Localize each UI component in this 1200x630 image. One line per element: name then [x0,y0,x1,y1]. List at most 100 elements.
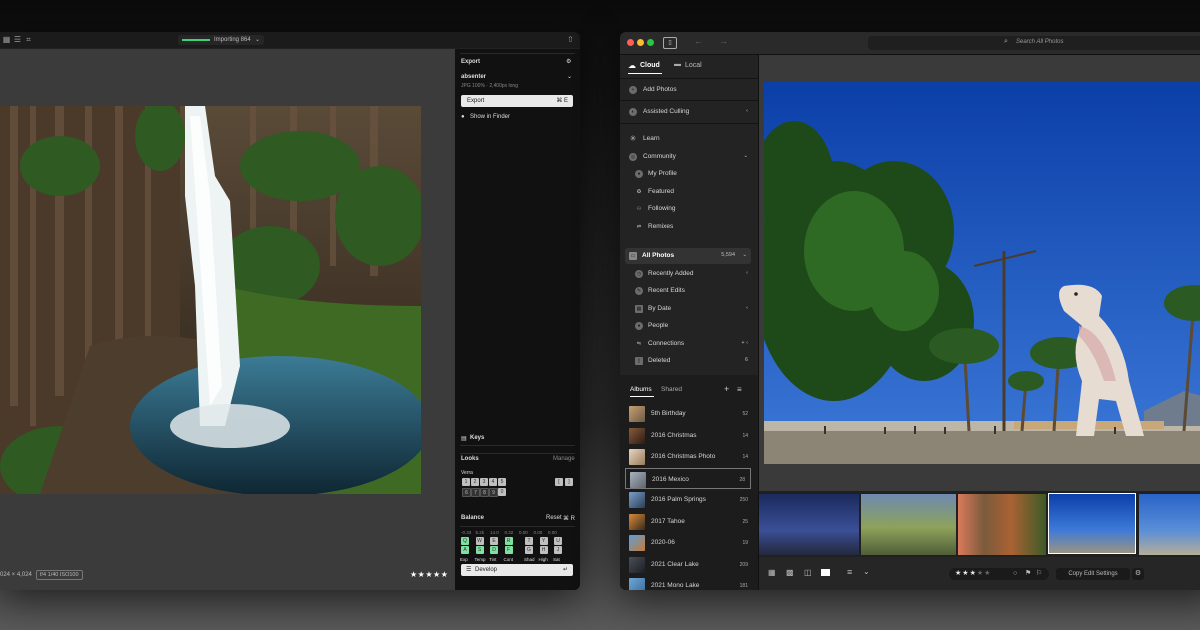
balance-key-E[interactable]: E [490,537,498,545]
reset-button[interactable]: Reset [546,515,562,521]
share-icon[interactable]: ⇧ [566,35,575,44]
album-item[interactable]: 2017 Tahoe 25 [620,511,758,532]
balance-key-A[interactable]: A [461,546,469,554]
film-thumbnail[interactable] [1139,494,1200,555]
sidebar-item-by-date[interactable]: ▦ By Date ‹ [620,301,758,317]
all-photos-item[interactable]: ▭ All Photos 5,594 ⌄ [625,248,751,264]
grid-view-icon[interactable]: ▦ [768,568,776,577]
balance-key-H[interactable]: H [539,546,548,554]
album-item[interactable]: 2016 Christmas Photo 14 [620,446,758,467]
sidebar-item-recently-added[interactable]: ◷ Recently Added ‹ [620,266,758,282]
star-icon[interactable]: ★ [970,570,976,577]
community-item[interactable]: ◎ Community ⌄ [620,149,758,165]
star-icon[interactable]: ★ [962,570,968,577]
tab-local[interactable]: Local [685,62,702,69]
look-key-2[interactable]: 2 [471,478,479,486]
sidebar-item-my-profile[interactable]: ● My Profile [620,166,758,182]
star-rating[interactable]: ★★★★★ [410,570,448,579]
film-thumbnail[interactable] [861,494,956,555]
chevron-down-icon[interactable]: ⌄ [863,567,870,576]
tab-shared[interactable]: Shared [661,386,682,393]
star-rating[interactable]: ★★★★★ [955,568,991,580]
sidebar-item-featured[interactable]: ✪ Featured [620,184,758,200]
look-key-8[interactable]: 8 [480,488,489,497]
sidebar-item-recent-edits[interactable]: ✎ Recent Edits [620,283,758,299]
balance-key-S[interactable]: S [475,546,484,554]
look-key-4[interactable]: 4 [489,478,497,486]
look-key-1[interactable]: 1 [462,478,470,486]
minimize-window-button[interactable] [637,39,644,46]
reject-circle-icon[interactable]: ○ [1013,568,1017,580]
balance-key-G[interactable]: G [525,546,533,554]
sidebar-item-connections[interactable]: ⇋ Connections + ‹ [620,336,758,352]
look-side-key[interactable]: ] [565,478,573,486]
star-icon[interactable]: ★ [977,570,983,577]
album-item[interactable]: 2016 Christmas 14 [620,425,758,446]
tab-albums[interactable]: Albums [630,386,652,393]
assisted-culling-item[interactable]: ◐ Assisted Culling ‹ [620,104,758,120]
look-side-key[interactable]: [ [555,478,563,486]
back-arrow-icon[interactable]: ← [694,36,703,46]
balance-key-T[interactable]: T [525,537,533,545]
forward-arrow-icon[interactable]: → [719,36,728,46]
search-input[interactable]: ⌕ Search All Photos [868,36,1200,50]
gear-icon[interactable]: ⚙ [566,58,571,65]
sort-icon[interactable]: ≡ [737,385,742,394]
look-key-5[interactable]: 5 [498,478,506,486]
album-item[interactable]: 2021 Clear Lake 209 [620,554,758,575]
album-item[interactable]: 2021 Mono Lake 181 [620,575,758,590]
film-thumbnail[interactable] [759,494,859,555]
detail-view-icon[interactable] [821,569,830,576]
look-key-9[interactable]: 9 [489,488,498,497]
star-icon[interactable]: ★ [984,570,990,577]
learn-item[interactable]: ✳ Learn [620,131,758,147]
preset-name[interactable]: absenter [461,74,486,80]
flag-reject-icon[interactable]: ⚐ [1036,568,1042,580]
album-item[interactable]: 2016 Palm Springs 250 [620,489,758,510]
compare-view-icon[interactable]: ◫ [804,568,812,577]
film-thumbnail[interactable] [958,494,1046,555]
crop-icon[interactable]: ⌗ [24,35,33,44]
star-icon[interactable]: ★ [955,570,961,577]
manage-link[interactable]: Manage [553,456,575,462]
album-item[interactable]: 2016 Mexico 28 [625,467,751,489]
look-key-0[interactable]: 0 [498,488,506,496]
show-in-finder-link[interactable]: Show in Finder [470,114,510,120]
balance-key-F[interactable]: F [504,546,513,554]
look-key-7[interactable]: 7 [471,488,480,497]
connections-actions[interactable]: + ‹ [741,340,748,346]
rating-flag-controls[interactable]: ★★★★★ ○ ⚑ ⚐ [949,568,1049,580]
grid-icon[interactable]: ▦ [2,35,11,44]
balance-key-J[interactable]: J [554,546,562,554]
add-photos-button[interactable]: + Add Photos [620,82,758,98]
list-view-icon[interactable]: ☰ [13,35,22,44]
export-button[interactable]: Export ⌘ E [461,95,573,107]
balance-key-W[interactable]: W [475,537,484,545]
sidebar-item-people[interactable]: ● People [620,318,758,334]
zoom-window-button[interactable] [647,39,654,46]
sidebar-item-deleted[interactable]: ▯ Deleted 6 [620,353,758,369]
album-item[interactable]: 5th Birthday 52 [620,403,758,424]
balance-key-R[interactable]: R [504,537,513,545]
look-key-6[interactable]: 6 [462,488,471,497]
sidebar-toggle-icon[interactable]: ▯ [663,37,677,49]
balance-key-D[interactable]: D [490,546,498,554]
tab-cloud[interactable]: Cloud [640,62,660,69]
copy-edit-settings-button[interactable]: Copy Edit Settings [1056,568,1130,580]
sidebar-item-following[interactable]: ⚇ Following [620,201,758,217]
look-key-3[interactable]: 3 [480,478,488,486]
chevron-down-icon[interactable]: ⌄ [567,73,572,80]
balance-key-Y[interactable]: Y [539,537,548,545]
sidebar-item-remixes[interactable]: ⇄ Remixes [620,219,758,235]
close-window-button[interactable] [627,39,634,46]
gear-icon[interactable]: ⚙ [1132,568,1144,580]
film-thumbnail-selected[interactable] [1048,493,1136,554]
add-album-icon[interactable]: + [724,384,729,394]
balance-key-Q[interactable]: Q [461,537,469,545]
import-progress[interactable]: Importing 864 ⌄ [178,35,264,45]
flag-icon[interactable]: ⚑ [1025,568,1031,580]
balance-key-U[interactable]: U [554,537,562,545]
square-grid-icon[interactable]: ▩ [786,568,794,577]
develop-button[interactable]: ☰ Develop ↵ [461,564,573,576]
album-item[interactable]: 2020-06 19 [620,532,758,553]
